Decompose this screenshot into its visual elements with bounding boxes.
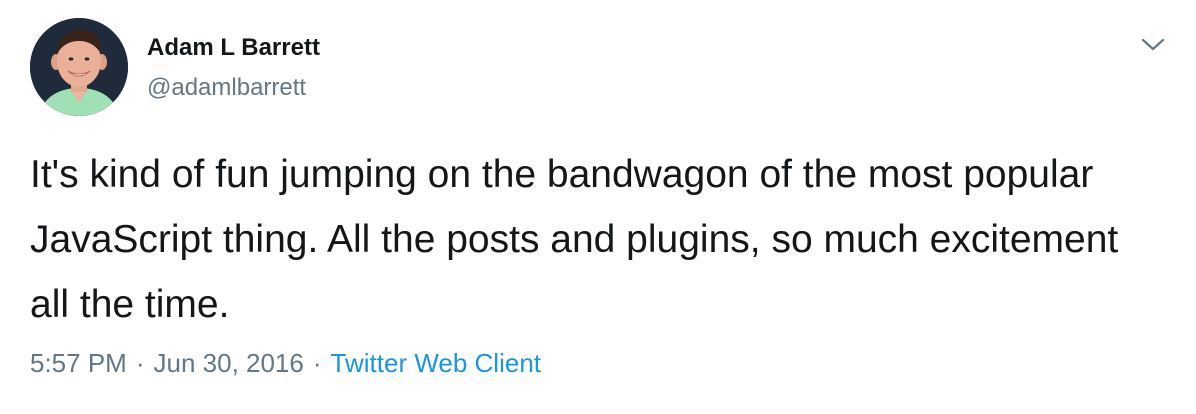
author-name[interactable]: Adam L Barrett	[147, 34, 320, 62]
tweet-time[interactable]: 5:57 PM	[30, 348, 127, 378]
avatar-image	[30, 18, 128, 116]
tweet-text: It's kind of fun jumping on the bandwago…	[30, 153, 1119, 326]
meta-separator: ·	[312, 348, 322, 378]
meta-separator: ·	[135, 348, 145, 378]
tweet-client-link[interactable]: Twitter Web Client	[331, 348, 541, 378]
tweet-meta: 5:57 PM · Jun 30, 2016 · Twitter Web Client	[30, 348, 541, 379]
author-handle[interactable]: @adamlbarrett	[147, 74, 306, 102]
tweet-date[interactable]: Jun 30, 2016	[154, 348, 304, 378]
tweet-card: Adam L Barrett @adamlbarrett It's kind o…	[0, 0, 1196, 414]
avatar[interactable]	[30, 18, 128, 116]
chevron-down-icon[interactable]	[1140, 32, 1166, 58]
